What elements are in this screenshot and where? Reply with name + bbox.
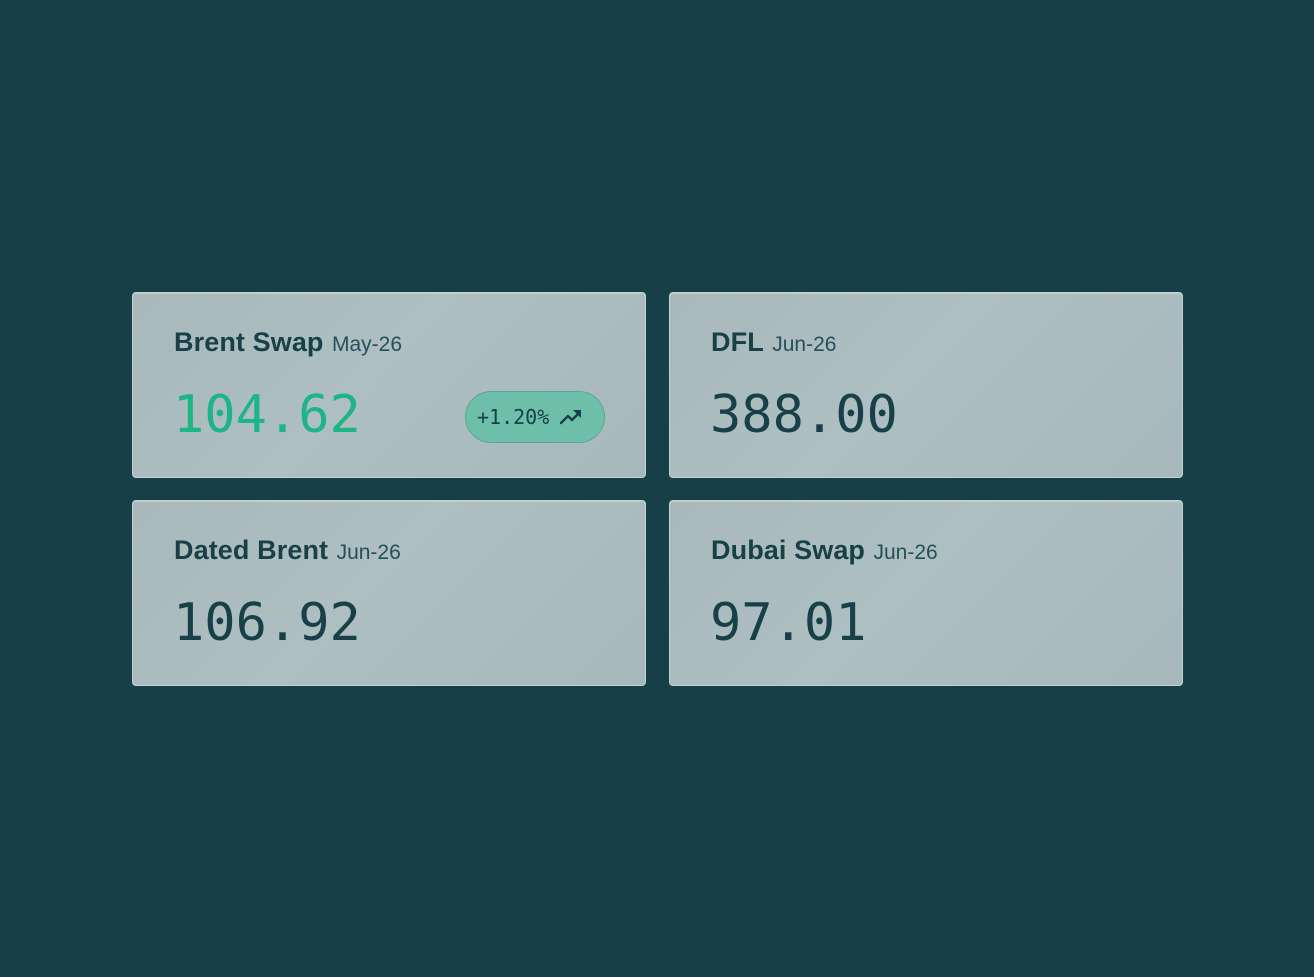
instrument-name: DFL xyxy=(711,327,764,357)
price-card-dubai-swap[interactable]: Dubai Swap Jun-26 97.01 xyxy=(669,500,1183,686)
card-title: Brent Swap May-26 xyxy=(174,325,402,364)
contract-period: Jun-26 xyxy=(336,541,401,564)
instrument-price: 388.00 xyxy=(710,385,898,445)
change-percent: +1.20% xyxy=(477,405,550,429)
card-title: Dated Brent Jun-26 xyxy=(174,533,401,572)
trending-up-icon xyxy=(560,410,582,425)
instrument-name: Brent Swap xyxy=(174,327,324,357)
instrument-name: Dubai Swap xyxy=(711,535,866,565)
card-title: DFL Jun-26 xyxy=(711,325,836,364)
instrument-price: 104.62 xyxy=(173,385,361,445)
instrument-price: 97.01 xyxy=(710,593,867,653)
price-card-dfl[interactable]: DFL Jun-26 388.00 xyxy=(669,292,1183,478)
price-card-brent-swap[interactable]: Brent Swap May-26 104.62 +1.20% xyxy=(132,292,646,478)
contract-period: Jun-26 xyxy=(772,333,837,356)
change-badge: +1.20% xyxy=(465,391,605,443)
card-title: Dubai Swap Jun-26 xyxy=(711,533,938,572)
price-card-grid: Brent Swap May-26 104.62 +1.20% DFL Jun-… xyxy=(132,292,1183,686)
instrument-price: 106.92 xyxy=(173,593,361,653)
contract-period: Jun-26 xyxy=(873,541,938,564)
instrument-name: Dated Brent xyxy=(174,535,329,565)
price-card-dated-brent[interactable]: Dated Brent Jun-26 106.92 xyxy=(132,500,646,686)
contract-period: May-26 xyxy=(331,333,403,356)
